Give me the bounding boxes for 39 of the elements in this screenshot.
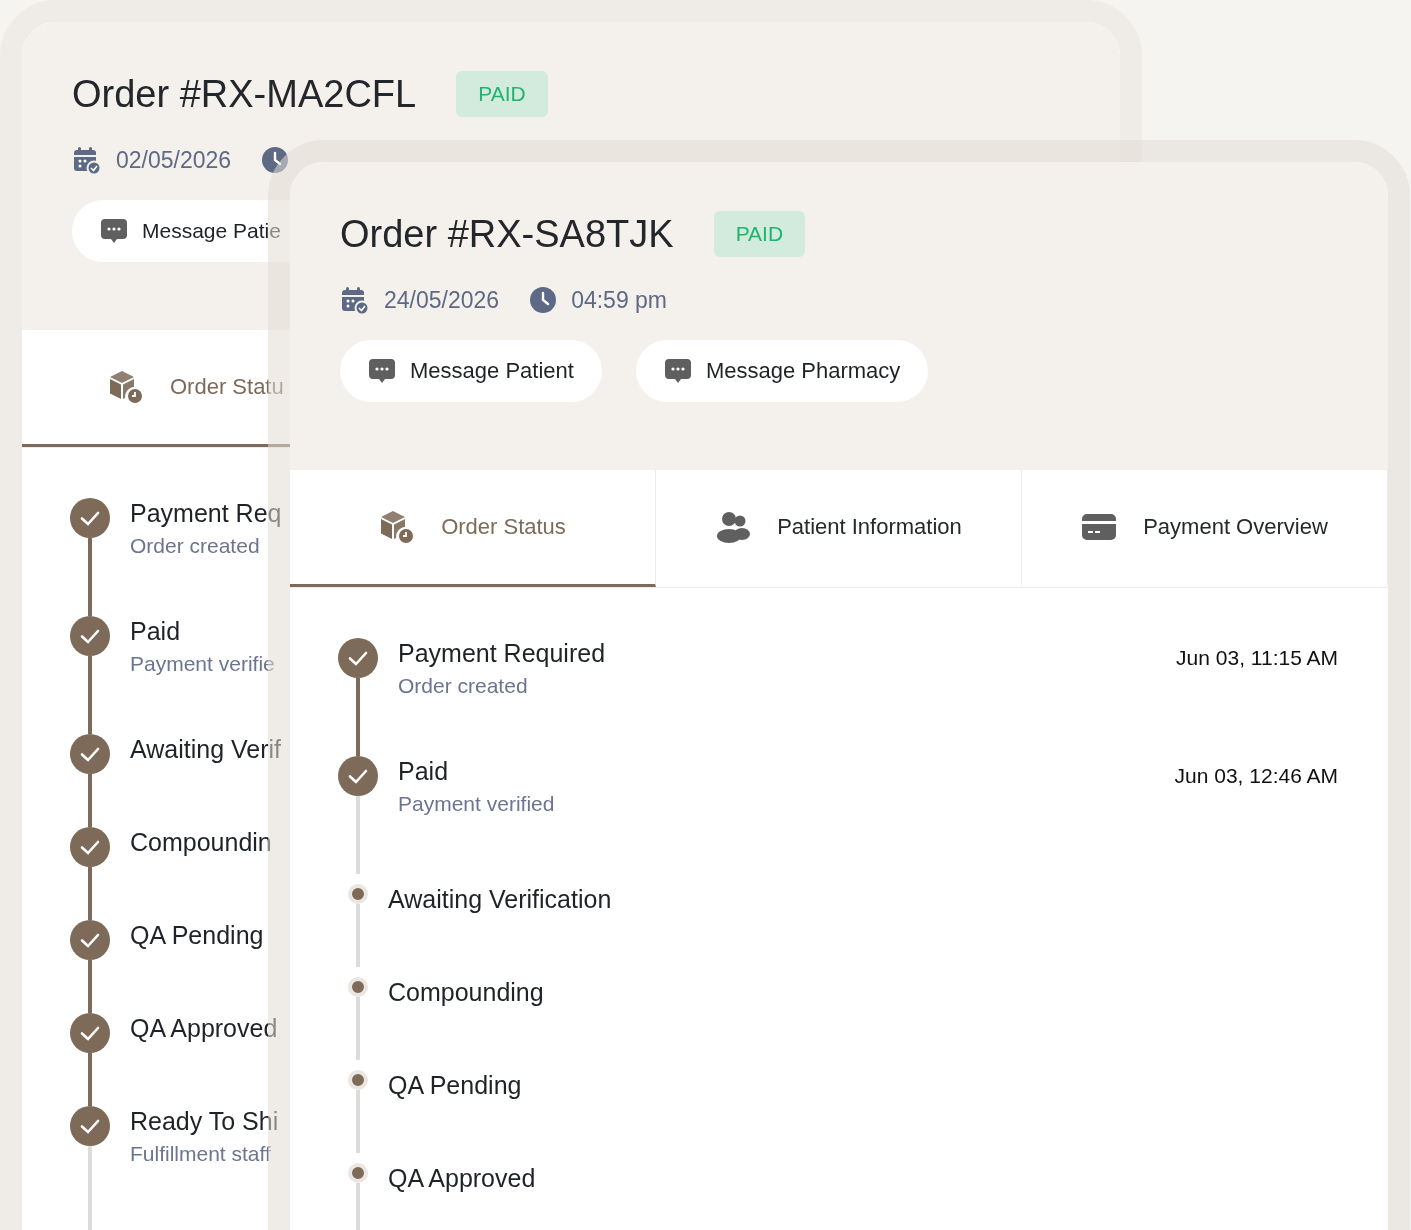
order-time: 04:59 pm	[571, 286, 668, 314]
step-title: QA Pending	[130, 920, 264, 950]
message-button[interactable]: Message Patient	[340, 340, 602, 402]
step-subtitle: Fulfillment staff	[130, 1142, 272, 1166]
step-title: Paid	[130, 616, 182, 646]
step-title: Awaiting Verif	[130, 734, 281, 764]
step-title: Payment Required	[398, 638, 606, 668]
clock-icon	[529, 286, 558, 314]
chat-bubble-icon	[368, 357, 396, 385]
chat-bubble-icon	[663, 357, 692, 385]
step-timestamp: Jun 03, 12:46 AM	[1174, 763, 1338, 789]
step-timestamp: Jun 03, 11:15 AM	[1176, 645, 1338, 671]
step-title: Compoundin	[130, 827, 272, 857]
step-title: Compounding	[388, 977, 544, 1007]
step-subtitle: Order created	[130, 534, 261, 558]
step-title: QA Approved	[388, 1163, 536, 1193]
people-icon	[715, 509, 752, 545]
status-badge: PAID	[713, 211, 806, 257]
message-button[interactable]: Message Pharmacy	[635, 340, 929, 402]
box-clock-icon	[108, 369, 144, 405]
status-badge: PAID	[456, 71, 548, 117]
step-title: Payment Req	[130, 498, 282, 528]
step-title: Ready To Shi	[130, 1106, 279, 1136]
calendar-icon	[340, 285, 370, 315]
step-subtitle: Order created	[398, 674, 529, 698]
order-title: Order #RX-SA8TJK	[340, 212, 674, 256]
step-title: Awaiting Verification	[388, 884, 612, 914]
step-title: QA Pending	[388, 1070, 522, 1100]
calendar-icon	[72, 145, 102, 175]
order-date: 02/05/2026	[116, 146, 232, 174]
chat-bubble-icon	[100, 217, 128, 245]
step-title: Paid	[398, 756, 450, 786]
box-clock-icon	[379, 509, 416, 545]
step-title: QA Approved	[130, 1013, 278, 1043]
tab[interactable]: Order Status	[290, 470, 656, 587]
step-subtitle: Payment verifie	[130, 652, 275, 676]
order-title: Order #RX-MA2CFL	[72, 72, 417, 116]
step-subtitle: Payment verified	[398, 792, 555, 816]
order-date: 24/05/2026	[384, 286, 500, 314]
